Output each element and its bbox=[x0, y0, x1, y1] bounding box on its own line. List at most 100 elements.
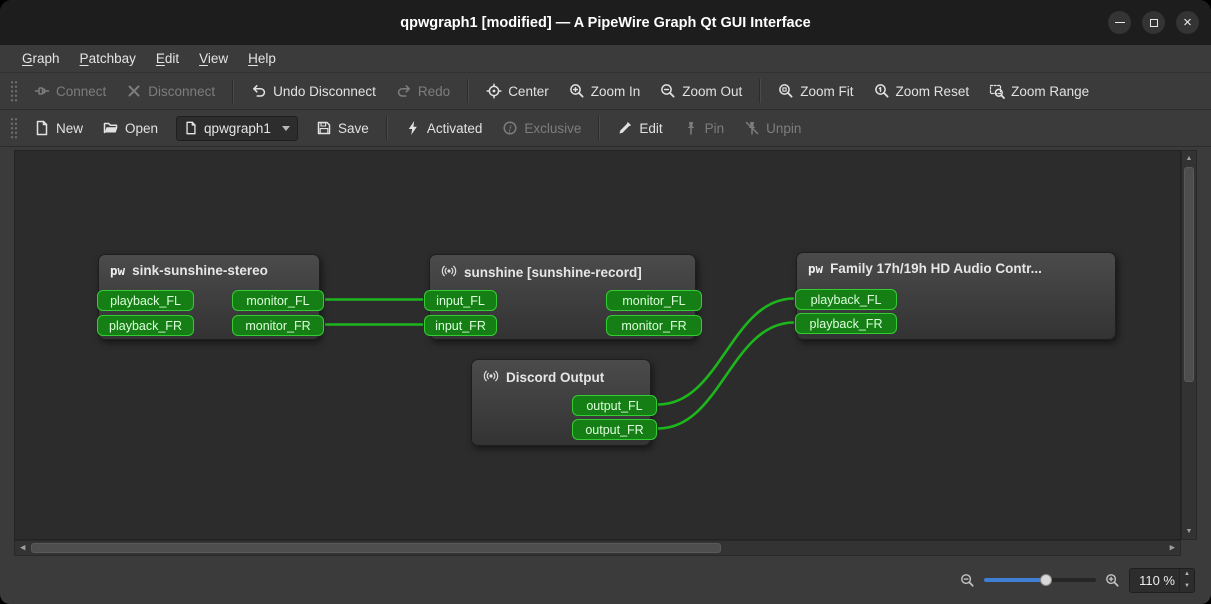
new-file-icon bbox=[34, 120, 50, 136]
scroll-right-icon[interactable]: ▶ bbox=[1170, 545, 1175, 552]
open-button[interactable]: Open bbox=[94, 114, 167, 142]
save-button[interactable]: Save bbox=[307, 114, 378, 142]
zoom-out-icon bbox=[660, 83, 676, 99]
port-family-playback-fl[interactable]: playback_FL bbox=[795, 289, 897, 310]
new-button[interactable]: New bbox=[25, 114, 92, 142]
zoom-range-button[interactable]: Zoom Range bbox=[980, 77, 1098, 105]
zoom-fit-label: Zoom Fit bbox=[800, 83, 854, 99]
zoom-fit-button[interactable]: Zoom Fit bbox=[769, 77, 862, 105]
spin-down-icon[interactable]: ▼ bbox=[1180, 580, 1194, 592]
menu-graph-label: raph bbox=[32, 51, 60, 66]
node-family-hd-audio[interactable]: pw Family 17h/19h HD Audio Contr... play… bbox=[795, 252, 1116, 340]
port-discord-output-fr[interactable]: output_FR bbox=[572, 419, 657, 440]
undo-icon bbox=[251, 83, 267, 99]
statusbar: 110 % ▲ ▼ bbox=[0, 556, 1211, 604]
menu-help-mnemonic: H bbox=[248, 51, 258, 66]
vertical-scroll-thumb[interactable] bbox=[1184, 167, 1194, 382]
zoom-reset-label: Zoom Reset bbox=[895, 83, 970, 99]
toolbar-separator bbox=[759, 79, 762, 103]
svg-text:f: f bbox=[509, 123, 513, 133]
port-sunshine-monitor-fl[interactable]: monitor_FL bbox=[606, 290, 702, 311]
toolbar-handle[interactable] bbox=[10, 117, 18, 139]
close-icon: × bbox=[1183, 13, 1192, 31]
disconnect-button[interactable]: Disconnect bbox=[117, 77, 224, 105]
port-sink-monitor-fr[interactable]: monitor_FR bbox=[232, 315, 324, 336]
graph-canvas[interactable]: pw sink-sunshine-stereo playback_FL play… bbox=[14, 150, 1181, 540]
zoom-reset-button[interactable]: Zoom Reset bbox=[865, 77, 979, 105]
undo-disconnect-button[interactable]: Undo Disconnect bbox=[242, 77, 385, 105]
exclusive-button[interactable]: f Exclusive bbox=[493, 114, 590, 142]
horizontal-scroll-thumb[interactable] bbox=[31, 543, 721, 553]
center-label: Center bbox=[508, 83, 549, 99]
window-controls: × bbox=[1108, 0, 1199, 45]
port-sunshine-input-fl[interactable]: input_FL bbox=[424, 290, 497, 311]
toolbar-separator bbox=[385, 116, 388, 140]
node-title-text: Discord Output bbox=[506, 370, 605, 385]
menu-graph[interactable]: Graph bbox=[12, 48, 70, 69]
center-button[interactable]: Center bbox=[477, 77, 558, 105]
zoom-in-small-icon[interactable] bbox=[1105, 573, 1120, 588]
menu-edit[interactable]: Edit bbox=[146, 48, 189, 69]
port-discord-output-fl[interactable]: output_FL bbox=[572, 395, 657, 416]
toolbar-separator bbox=[467, 79, 470, 103]
port-sunshine-monitor-fr[interactable]: monitor_FR bbox=[606, 315, 702, 336]
menu-edit-label: dit bbox=[164, 51, 180, 66]
node-discord-output[interactable]: Discord Output output_FL output_FR bbox=[471, 359, 657, 446]
pin-button[interactable]: Pin bbox=[674, 114, 734, 142]
redo-button[interactable]: Redo bbox=[387, 77, 459, 105]
port-sink-playback-fl[interactable]: playback_FL bbox=[97, 290, 194, 311]
preset-file-icon bbox=[184, 121, 198, 135]
connect-button[interactable]: Connect bbox=[25, 77, 115, 105]
menu-view-label: iew bbox=[207, 51, 229, 66]
exclusive-label: Exclusive bbox=[524, 120, 582, 136]
menu-view-mnemonic: V bbox=[199, 51, 208, 66]
zoom-spin-arrows: ▲ ▼ bbox=[1179, 568, 1194, 592]
node-title-text: sunshine [sunshine-record] bbox=[464, 265, 642, 280]
zoom-slider[interactable] bbox=[984, 572, 1096, 588]
zoom-slider-handle[interactable] bbox=[1039, 574, 1052, 586]
patchbay-toolbar: New Open qpwgraph1 Save Activated f Excl… bbox=[0, 110, 1211, 147]
scroll-down-icon[interactable]: ▼ bbox=[1182, 528, 1196, 535]
port-sink-monitor-fl[interactable]: monitor_FL bbox=[232, 290, 324, 311]
center-icon bbox=[486, 83, 502, 99]
undo-disconnect-label: Undo Disconnect bbox=[273, 83, 376, 99]
maximize-button[interactable] bbox=[1142, 11, 1165, 34]
unpin-button[interactable]: Unpin bbox=[735, 114, 810, 142]
zoom-out-small-icon[interactable] bbox=[960, 573, 975, 588]
edit-button[interactable]: Edit bbox=[608, 114, 671, 142]
open-label: Open bbox=[125, 120, 159, 136]
unpin-icon bbox=[744, 120, 760, 136]
window-title: qpwgraph1 [modified] — A PipeWire Graph … bbox=[400, 14, 811, 31]
zoom-value[interactable]: 110 % bbox=[1130, 569, 1179, 592]
horizontal-scrollbar[interactable]: ◀ ▶ bbox=[14, 540, 1181, 556]
menu-edit-mnemonic: E bbox=[155, 51, 165, 66]
port-sink-playback-fr[interactable]: playback_FR bbox=[97, 315, 194, 336]
node-sunshine-record[interactable]: sunshine [sunshine-record] input_FL inpu… bbox=[424, 254, 702, 340]
close-button[interactable]: × bbox=[1176, 11, 1199, 34]
vertical-scrollbar[interactable]: ▲ ▼ bbox=[1181, 150, 1197, 540]
port-family-playback-fr[interactable]: playback_FR bbox=[795, 313, 897, 334]
redo-icon bbox=[396, 83, 412, 99]
activated-button[interactable]: Activated bbox=[396, 114, 492, 142]
zoom-out-button[interactable]: Zoom Out bbox=[651, 77, 751, 105]
open-folder-icon bbox=[103, 120, 119, 136]
spin-up-icon[interactable]: ▲ bbox=[1180, 569, 1194, 581]
node-title: pw Family 17h/19h HD Audio Contr... bbox=[797, 253, 1115, 276]
zoom-in-button[interactable]: Zoom In bbox=[560, 77, 650, 105]
toolbar-handle[interactable] bbox=[10, 80, 18, 102]
node-sink-sunshine-stereo[interactable]: pw sink-sunshine-stereo playback_FL play… bbox=[97, 254, 324, 340]
minimize-button[interactable] bbox=[1108, 11, 1131, 34]
pin-icon bbox=[683, 120, 699, 136]
preset-combo[interactable]: qpwgraph1 bbox=[176, 115, 299, 141]
port-sunshine-input-fr[interactable]: input_FR bbox=[424, 315, 497, 336]
zoom-out-label: Zoom Out bbox=[682, 83, 743, 99]
zoom-spinbox[interactable]: 110 % ▲ ▼ bbox=[1129, 567, 1195, 593]
titlebar[interactable]: qpwgraph1 [modified] — A PipeWire Graph … bbox=[0, 0, 1211, 45]
menu-view[interactable]: View bbox=[189, 48, 238, 69]
disconnect-icon bbox=[126, 83, 142, 99]
scroll-left-icon[interactable]: ◀ bbox=[20, 545, 25, 552]
menu-patchbay[interactable]: Patchbay bbox=[70, 48, 146, 69]
zoom-fit-icon bbox=[778, 83, 794, 99]
menu-help[interactable]: Help bbox=[238, 48, 286, 69]
scroll-up-icon[interactable]: ▲ bbox=[1182, 155, 1196, 162]
